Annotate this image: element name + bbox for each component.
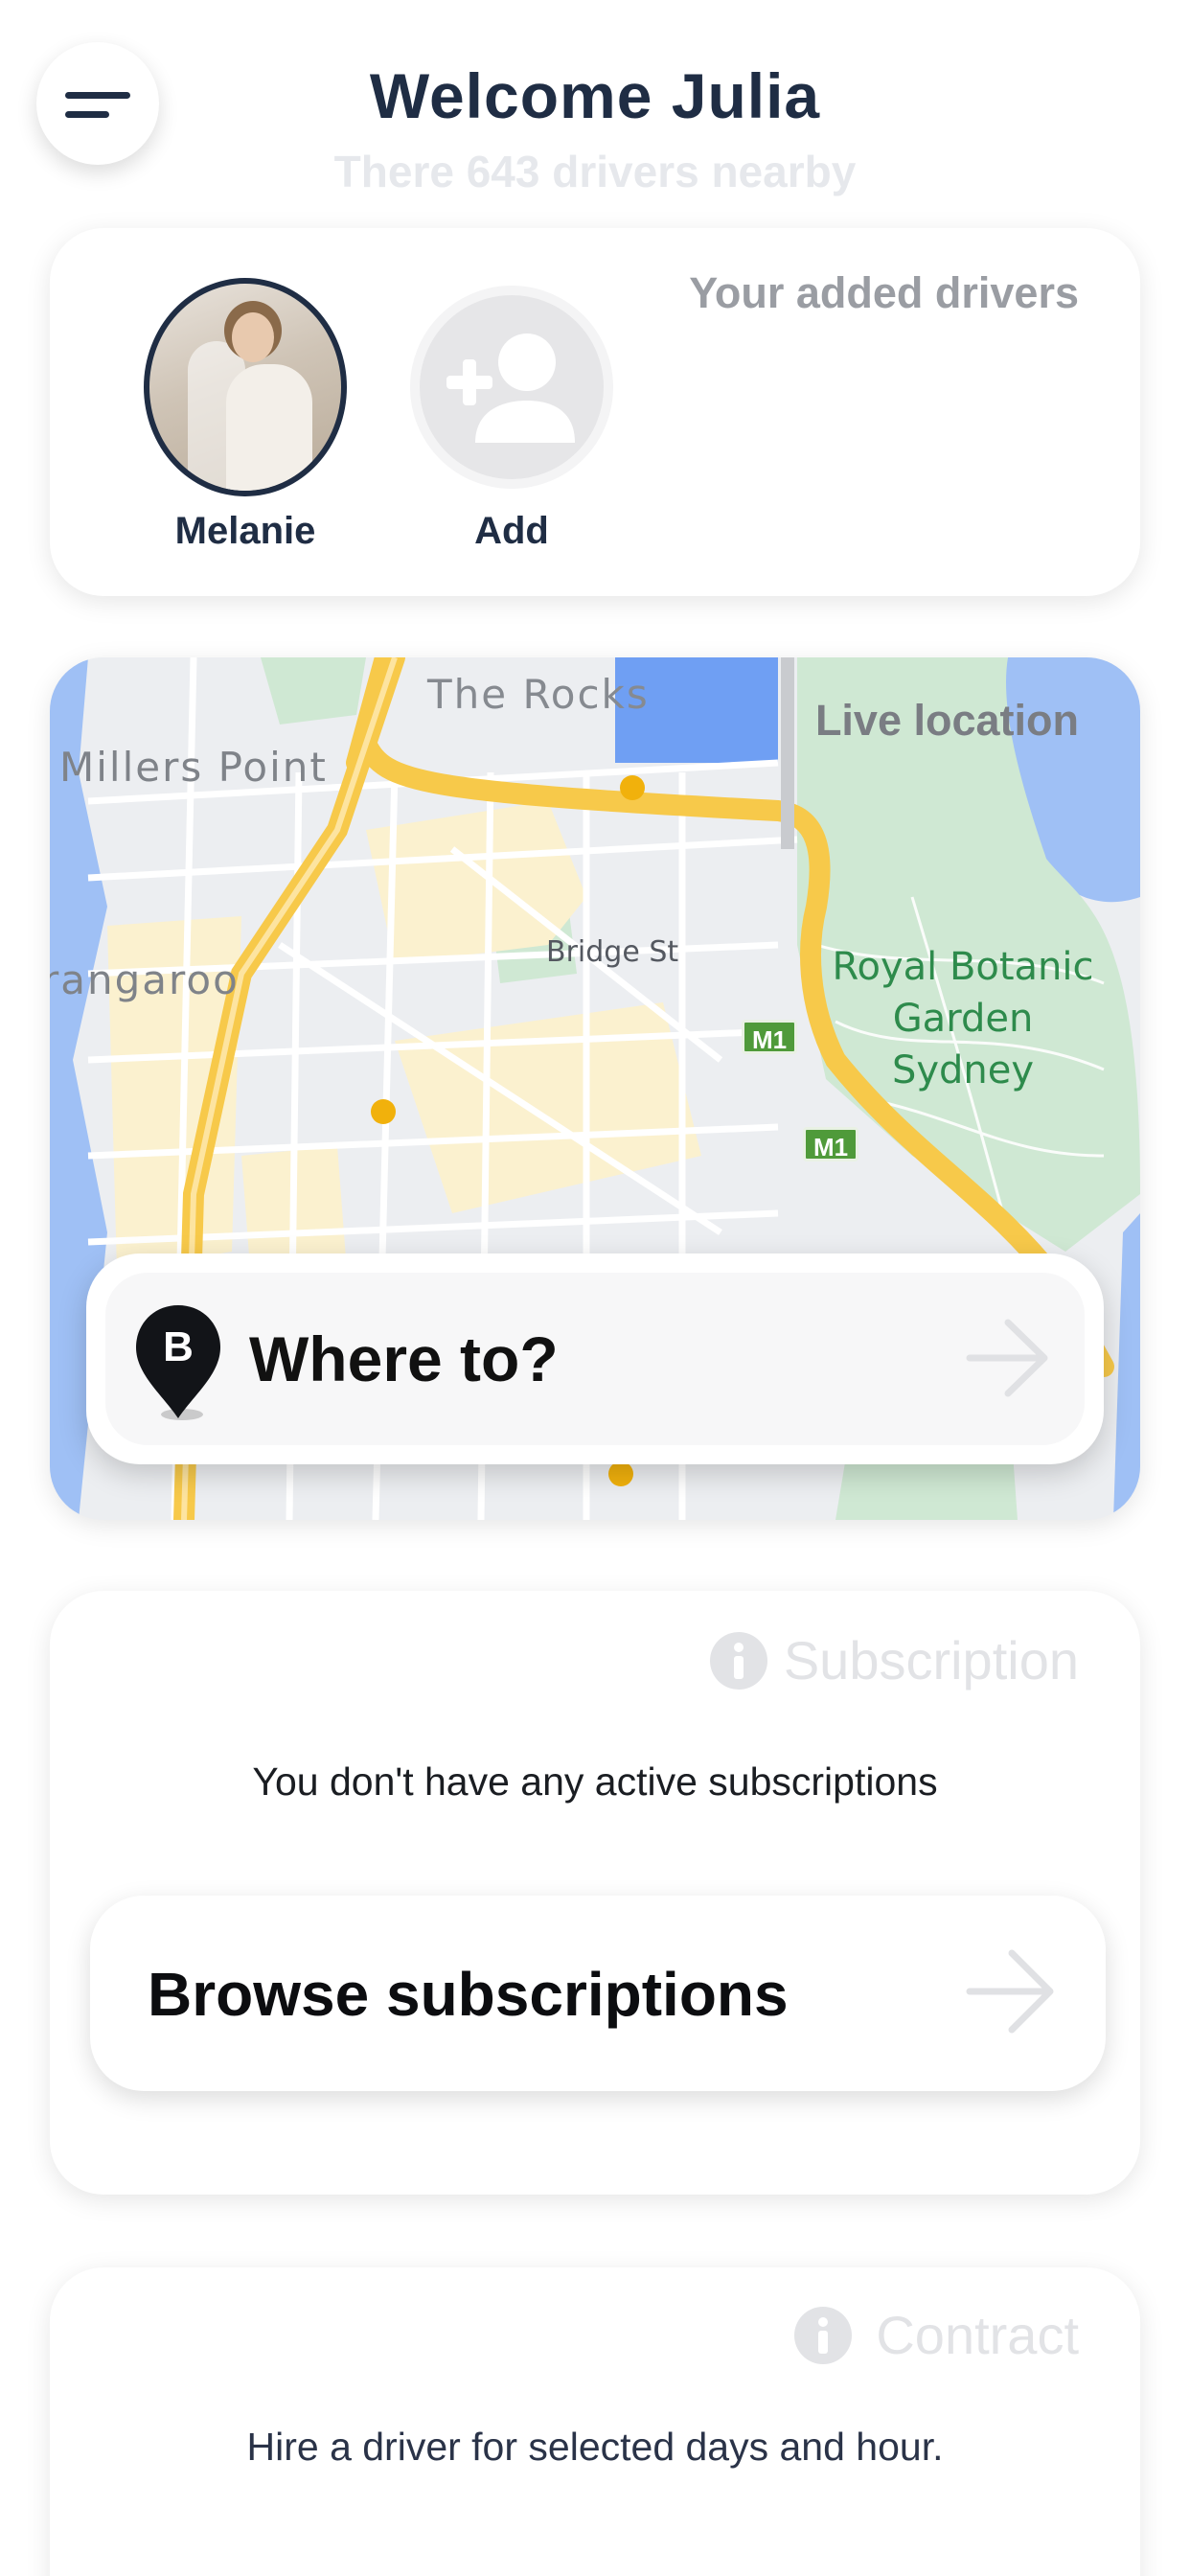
add-person-icon	[446, 334, 575, 443]
added-drivers-card: Your added drivers Melanie Add	[50, 228, 1140, 596]
map-label-barangaroo: rangaroo	[50, 956, 240, 1003]
contract-card: Contract Hire a driver for selected days…	[50, 2267, 1140, 2576]
contract-label: Contract	[876, 2305, 1079, 2365]
browse-subscriptions-label: Browse subscriptions	[148, 1960, 789, 2029]
no-subscriptions-text: You don't have any active subscriptions	[252, 1760, 938, 1804]
arrow-right-icon[interactable]	[964, 1315, 1050, 1401]
info-icon[interactable]	[709, 1631, 768, 1690]
map-label-millers-point: Millers Point	[59, 744, 328, 791]
driver-name: Melanie	[174, 510, 316, 552]
info-icon[interactable]	[793, 2306, 853, 2365]
add-driver-button[interactable]: Add	[397, 278, 627, 553]
where-to-placeholder: Where to?	[249, 1323, 559, 1394]
contract-description: Hire a driver for selected days and hour…	[246, 2425, 944, 2469]
map-label-bridge-st: Bridge St	[546, 935, 679, 969]
home-screen: Welcome Julia There 643 drivers nearby Y…	[0, 0, 1190, 2576]
add-driver-avatar	[410, 286, 613, 489]
subscription-label: Subscription	[783, 1630, 1079, 1690]
driver-item-melanie[interactable]: Melanie	[130, 278, 360, 553]
map-label-the-rocks: The Rocks	[427, 671, 650, 718]
page-title: Welcome Julia	[369, 60, 821, 131]
drivers-nearby-count: There 643 drivers nearby	[333, 147, 857, 196]
driver-name: Add	[474, 510, 549, 552]
added-drivers-label: Your added drivers	[689, 268, 1079, 317]
browse-subscriptions-button[interactable]: Browse subscriptions	[90, 1896, 1106, 2091]
where-to-field[interactable]: B Where to?	[105, 1273, 1085, 1445]
subscription-card: Subscription You don't have any active s…	[50, 1591, 1140, 2195]
arrow-right-icon	[966, 1949, 1054, 2034]
live-location-label: Live location	[814, 696, 1079, 745]
road-badge-m1: M1	[803, 1127, 859, 1162]
where-to-search[interactable]: B Where to?	[86, 1254, 1104, 1464]
avatar	[144, 278, 347, 496]
pin-letter: B	[163, 1323, 194, 1370]
map-label-royal-botanic-garden: Royal Botanic Garden Sydney	[832, 945, 1094, 1092]
live-location-map[interactable]: The Rocks Millers Point rangaroo Bridge …	[50, 657, 1140, 1520]
road-badge-m1: M1	[742, 1020, 798, 1054]
location-pin-icon: B	[136, 1305, 220, 1420]
